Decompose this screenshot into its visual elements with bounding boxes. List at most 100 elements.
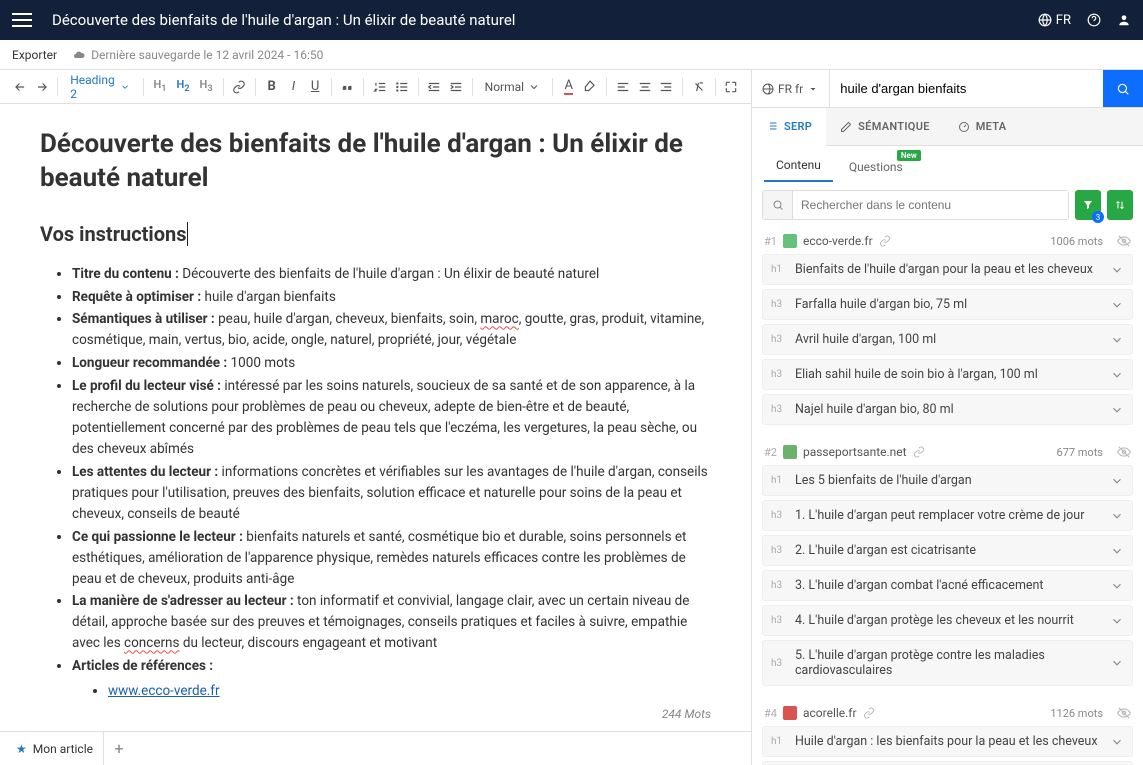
heading-tag: h3: [771, 615, 787, 626]
h2-button[interactable]: H2: [173, 78, 194, 94]
tab-meta[interactable]: META: [944, 108, 1021, 145]
heading-row[interactable]: h3 4. L'huile d'argan protège les cheveu…: [762, 605, 1133, 636]
menu-toggle[interactable]: [12, 13, 32, 27]
heading-row[interactable]: h3 1. L'huile d'argan peut remplacer vot…: [762, 500, 1133, 531]
heading-row[interactable]: h3 Najel huile d'argan bio, 80 ml: [762, 394, 1133, 425]
word-count: 244 Mots: [0, 701, 751, 731]
language-switcher[interactable]: FR: [1038, 13, 1071, 28]
filter-button[interactable]: 3: [1075, 190, 1101, 220]
heading-row[interactable]: h1 Bienfaits de l'huile d'argan pour la …: [762, 254, 1133, 285]
undo-button[interactable]: [10, 74, 30, 100]
sort-icon: [1114, 199, 1126, 211]
underline-button[interactable]: U: [305, 74, 325, 100]
heading-tag: h3: [771, 658, 787, 669]
heading-row[interactable]: h3 Farfalla huile d'argan bio, 75 ml: [762, 289, 1133, 320]
indent-button[interactable]: [446, 74, 466, 100]
page-title: Découverte des bienfaits de l'huile d'ar…: [52, 11, 1038, 29]
ref-link[interactable]: www.ecco-verde.fr: [108, 683, 220, 699]
tab-semantique[interactable]: SÉMANTIQUE: [826, 108, 944, 145]
search-button[interactable]: [1103, 70, 1143, 107]
external-link-icon[interactable]: [913, 446, 925, 458]
heading-select[interactable]: Heading 2: [64, 73, 137, 101]
heading-row[interactable]: h3 3. L'huile d'argan combat l'acné effi…: [762, 570, 1133, 601]
export-button[interactable]: Exporter: [12, 48, 57, 62]
heading-text: 3. L'huile d'argan combat l'acné efficac…: [795, 578, 1110, 593]
heading-text: 5. L'huile d'argan protège contre les ma…: [795, 648, 1110, 678]
search-icon: [1116, 82, 1130, 96]
italic-button[interactable]: I: [284, 74, 304, 100]
heading-text: Bienfaits de l'huile d'argan pour la pea…: [795, 262, 1110, 277]
fullscreen-button[interactable]: [721, 74, 741, 100]
heading-row[interactable]: h3 Partager ce contenu: [762, 761, 1133, 765]
list-item: Articles de références : www.ecco-verde.…: [72, 656, 711, 701]
filter-badge: 3: [1092, 211, 1104, 223]
chevron-down-icon: [1110, 403, 1124, 417]
serp-domain: ecco-verde.fr: [803, 234, 873, 248]
document-tab[interactable]: ★ Mon article: [6, 732, 104, 765]
add-tab-button[interactable]: +: [104, 739, 134, 758]
list-item: Les attentes du lecteur : informations c…: [72, 462, 711, 525]
heading-row[interactable]: h1 Les 5 bienfaits de l'huile d'argan: [762, 465, 1133, 496]
user-icon[interactable]: [1117, 13, 1131, 27]
heading-row[interactable]: h1 Huile d'argan : les bienfaits pour la…: [762, 726, 1133, 757]
heading-row[interactable]: h3 Eliah sahil huile de soin bio à l'arg…: [762, 359, 1133, 390]
quote-button[interactable]: [338, 74, 358, 100]
align-center-button[interactable]: [635, 74, 655, 100]
format-select[interactable]: Normal: [479, 80, 546, 94]
text-color-button[interactable]: A: [559, 74, 579, 100]
align-right-icon: [659, 80, 673, 94]
eye-off-icon[interactable]: [1117, 234, 1131, 248]
chevron-down-icon: [1110, 579, 1124, 593]
serp-domain: acorelle.fr: [803, 706, 857, 720]
eye-off-icon[interactable]: [1117, 706, 1131, 720]
list-item: Sémantiques à utiliser : peau, huile d'a…: [72, 309, 711, 351]
sort-button[interactable]: [1107, 190, 1133, 220]
heading-row[interactable]: h3 Avril huile d'argan, 100 ml: [762, 324, 1133, 355]
help-icon[interactable]: [1087, 13, 1101, 27]
content-search-icon: [763, 191, 793, 219]
content-search-input[interactable]: [793, 191, 1068, 219]
h1-button[interactable]: H1: [149, 78, 170, 94]
list-ol-icon: [373, 80, 387, 94]
favicon: [783, 706, 797, 720]
eye-off-icon[interactable]: [1117, 445, 1131, 459]
heading-row[interactable]: h3 2. L'huile d'argan est cicatrisante: [762, 535, 1133, 566]
redo-button[interactable]: [32, 74, 52, 100]
heading-tag: h3: [771, 545, 787, 556]
outdent-button[interactable]: [424, 74, 444, 100]
editor-toolbar: Heading 2 H1 H2 H3 B I U: [0, 70, 751, 104]
align-right-button[interactable]: [657, 74, 677, 100]
heading-tag: h3: [771, 404, 787, 415]
list-ul-icon: [395, 80, 409, 94]
clear-format-button[interactable]: [689, 74, 709, 100]
subtab-questions[interactable]: Questions New: [837, 152, 915, 182]
link-icon: [232, 80, 246, 94]
h3-button[interactable]: H3: [196, 78, 217, 94]
locale-selector[interactable]: FR fr: [752, 70, 830, 107]
ordered-list-button[interactable]: [370, 74, 390, 100]
tab-serp[interactable]: SERP: [752, 108, 826, 146]
heading-text: Les 5 bienfaits de l'huile d'argan: [795, 473, 1110, 488]
document-tab-label: Mon article: [33, 742, 93, 756]
unordered-list-button[interactable]: [392, 74, 412, 100]
chevron-down-icon: [120, 81, 130, 93]
serp-word-count: 677 mots: [1057, 446, 1103, 459]
link-button[interactable]: [229, 74, 249, 100]
bold-button[interactable]: B: [262, 74, 282, 100]
favicon: [783, 234, 797, 248]
search-input[interactable]: [830, 70, 1103, 107]
external-link-icon[interactable]: [863, 707, 875, 719]
document-h1: Découverte des bienfaits de l'huile d'ar…: [40, 128, 711, 196]
heading-row[interactable]: h3 5. L'huile d'argan protège contre les…: [762, 640, 1133, 686]
chevron-down-icon: [1110, 656, 1124, 670]
subtab-contenu[interactable]: Contenu: [764, 150, 833, 182]
editor-content[interactable]: Découverte des bienfaits de l'huile d'ar…: [0, 104, 751, 701]
highlight-button[interactable]: [581, 74, 601, 100]
save-info: Dernière sauvegarde le 12 avril 2024 - 1…: [73, 48, 323, 62]
external-link-icon[interactable]: [879, 235, 891, 247]
list-item: Longueur recommandée : 1000 mots: [72, 353, 711, 374]
clear-format-icon: [692, 80, 706, 94]
align-left-button[interactable]: [613, 74, 633, 100]
outdent-icon: [427, 80, 441, 94]
list-icon: [766, 120, 778, 132]
